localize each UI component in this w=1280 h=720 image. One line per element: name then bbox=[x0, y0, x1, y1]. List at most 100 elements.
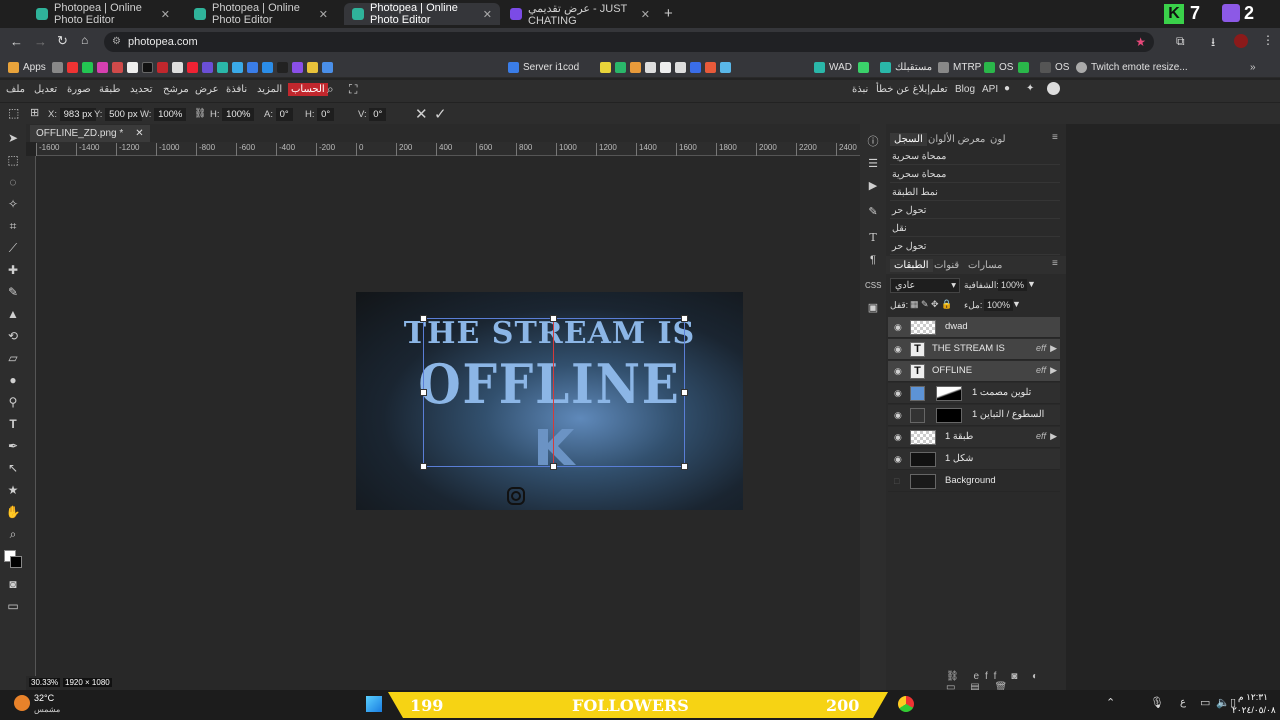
layer-row[interactable]: ◉ شكل 1 bbox=[888, 449, 1060, 470]
lock-icons[interactable]: ▦ ✎ ✥ 🔒 bbox=[910, 299, 952, 310]
layer-row[interactable]: ◉ طبقة 1 eff ▶ bbox=[888, 427, 1060, 448]
profile-avatar[interactable] bbox=[1234, 34, 1248, 48]
close-tab-icon[interactable]: ✕ bbox=[161, 8, 170, 21]
browser-tab-1[interactable]: Photopea | Online Photo Editor ✕ bbox=[28, 2, 178, 26]
menu-file[interactable]: ملف bbox=[6, 84, 25, 95]
cancel-transform-icon[interactable]: ✕ bbox=[415, 105, 428, 123]
transform-handle[interactable] bbox=[420, 389, 427, 396]
brush-settings-icon[interactable]: ✎ bbox=[865, 204, 881, 220]
eyedropper-tool-icon[interactable]: ⟋ bbox=[5, 240, 21, 256]
bookmark-icons-group[interactable] bbox=[52, 59, 337, 75]
menu-report-bug[interactable]: إبلاغ عن خطأ bbox=[876, 84, 930, 95]
bookmark-mostaqbalk[interactable]: مستقبلك bbox=[880, 59, 932, 75]
more-menu-icon[interactable]: ⋮ bbox=[1262, 33, 1274, 47]
panel-menu-icon[interactable]: ≡ bbox=[1052, 132, 1058, 143]
bookmark-apps[interactable]: Apps bbox=[8, 59, 46, 75]
eye-icon[interactable]: ◉ bbox=[894, 432, 904, 442]
transform-handle[interactable] bbox=[681, 389, 688, 396]
new-tab-button[interactable]: + bbox=[664, 5, 673, 22]
marquee-tool-icon[interactable]: ⬚ bbox=[5, 152, 21, 168]
paragraph-icon[interactable]: ¶ bbox=[865, 252, 881, 268]
tab-channels[interactable]: قنوات bbox=[934, 260, 959, 271]
layer-row[interactable]: ◉ T OFFLINE eff ▶ bbox=[888, 361, 1060, 382]
browser-tab-3[interactable]: Photopea | Online Photo Editor ✕ bbox=[344, 2, 500, 26]
twitter-icon[interactable]: ✦ bbox=[1026, 83, 1034, 94]
eye-icon[interactable]: ◉ bbox=[894, 344, 904, 354]
close-tab-icon[interactable]: ✕ bbox=[641, 8, 650, 21]
menu-filter[interactable]: مرشح bbox=[163, 84, 189, 95]
opacity-input[interactable]: 100% bbox=[998, 279, 1028, 291]
forward-arrow-icon[interactable]: → bbox=[34, 34, 47, 49]
transform-handle[interactable] bbox=[681, 315, 688, 322]
menu-about[interactable]: نبذة bbox=[852, 84, 868, 95]
image-icon[interactable]: ▣ bbox=[865, 300, 881, 316]
stamp-tool-icon[interactable]: ▲ bbox=[5, 306, 21, 322]
menu-image[interactable]: صورة bbox=[67, 84, 91, 95]
hidden-eye-icon[interactable]: □ bbox=[894, 476, 904, 486]
windows-start-icon[interactable] bbox=[366, 696, 382, 712]
layer-row[interactable]: ◉ السطوع / التباين 1 bbox=[888, 405, 1060, 426]
background-color-swatch[interactable] bbox=[10, 556, 22, 568]
language-indicator[interactable]: ع bbox=[1180, 697, 1186, 708]
close-tab-icon[interactable]: ✕ bbox=[483, 8, 492, 21]
pen-tool-icon[interactable]: ✒ bbox=[5, 438, 21, 454]
history-item[interactable]: ممحاة سحرية bbox=[890, 166, 1060, 183]
dodge-tool-icon[interactable]: ⚲ bbox=[5, 394, 21, 410]
layers-menu-icon[interactable]: ≡ bbox=[1052, 258, 1058, 269]
transform-handle[interactable] bbox=[550, 315, 557, 322]
menu-layer[interactable]: طبقة bbox=[99, 84, 120, 95]
tab-paths[interactable]: مسارات bbox=[968, 260, 1002, 271]
tray-overflow-icon[interactable]: ⌃ bbox=[1106, 696, 1115, 709]
microphone-icon[interactable]: 🎙 bbox=[1150, 696, 1164, 709]
browser-tab-4[interactable]: عرض تقديمي - JUST CHATING ✕ bbox=[502, 3, 658, 27]
transform-bounding-box[interactable] bbox=[423, 318, 685, 467]
y-position-field[interactable]: Y: 500 px bbox=[94, 108, 142, 121]
volume-icon[interactable]: 🔈 bbox=[1216, 696, 1230, 709]
bookmark-star-icon[interactable]: ★ bbox=[1135, 32, 1146, 52]
history-item[interactable]: تحول حر bbox=[890, 202, 1060, 219]
lasso-tool-icon[interactable]: ◌ bbox=[5, 174, 21, 190]
healing-tool-icon[interactable]: ✚ bbox=[5, 262, 21, 278]
bookmark-wad[interactable]: WAD bbox=[814, 59, 852, 75]
history-brush-tool-icon[interactable]: ⟲ bbox=[5, 328, 21, 344]
close-document-icon[interactable]: ✕ bbox=[135, 128, 143, 139]
bookmark-sheet[interactable] bbox=[1018, 59, 1033, 75]
history-item[interactable]: نمط الطبقة bbox=[890, 184, 1060, 201]
eye-icon[interactable]: ◉ bbox=[894, 410, 904, 420]
link-icon[interactable]: ⛓ bbox=[194, 108, 206, 119]
reload-icon[interactable]: ↻ bbox=[57, 33, 68, 49]
history-item[interactable]: نقل bbox=[890, 220, 1060, 237]
network-icon[interactable]: ▭ bbox=[1200, 696, 1210, 709]
bookmark-os-1[interactable]: OS bbox=[984, 59, 1013, 75]
type-tool-icon[interactable]: T bbox=[5, 416, 21, 432]
crop-tool-icon[interactable]: ⌗ bbox=[5, 218, 21, 234]
download-icon[interactable]: ⭳ bbox=[1211, 33, 1215, 54]
screen-mode-icon[interactable]: ▭ bbox=[5, 598, 21, 614]
menu-account[interactable]: الحساب bbox=[288, 83, 328, 96]
weather-icon[interactable] bbox=[14, 695, 30, 711]
css-icon[interactable]: CSS bbox=[865, 278, 881, 294]
bookmarks-overflow-icon[interactable]: » bbox=[1250, 59, 1256, 75]
clock-date[interactable]: ٢٠٢٤/٠٥/٠٨ bbox=[1232, 705, 1276, 716]
bookmark-os-2[interactable]: OS bbox=[1040, 59, 1069, 75]
facebook-icon[interactable] bbox=[1047, 82, 1060, 95]
blend-mode-select[interactable]: عادي ▾ bbox=[890, 278, 960, 293]
fill-input[interactable]: 100% bbox=[984, 299, 1014, 311]
tab-color[interactable]: لون bbox=[990, 134, 1006, 145]
fullscreen-icon[interactable]: ⛶ bbox=[349, 82, 357, 97]
eye-icon[interactable]: ◉ bbox=[894, 454, 904, 464]
menu-view[interactable]: عرض bbox=[195, 84, 219, 95]
eye-icon[interactable]: ◉ bbox=[894, 322, 904, 332]
layer-row[interactable]: ◉ T THE STREAM IS eff ▶ bbox=[888, 339, 1060, 360]
zoom-level[interactable]: 30.33% bbox=[29, 678, 61, 687]
home-icon[interactable]: ⌂ bbox=[81, 33, 88, 47]
angle-field[interactable]: A: 0° bbox=[264, 108, 293, 121]
fill-dropdown-icon[interactable]: ▼ bbox=[1012, 299, 1021, 309]
commit-transform-icon[interactable]: ✓ bbox=[434, 105, 447, 123]
height-field[interactable]: H: 100% bbox=[210, 108, 255, 121]
menu-api[interactable]: API bbox=[982, 84, 998, 95]
info-icon[interactable]: ⓘ bbox=[865, 134, 881, 150]
character-icon[interactable]: T bbox=[865, 230, 881, 246]
reference-point-icon[interactable]: ⊞ bbox=[30, 106, 39, 119]
magic-wand-tool-icon[interactable]: ✧ bbox=[5, 196, 21, 212]
